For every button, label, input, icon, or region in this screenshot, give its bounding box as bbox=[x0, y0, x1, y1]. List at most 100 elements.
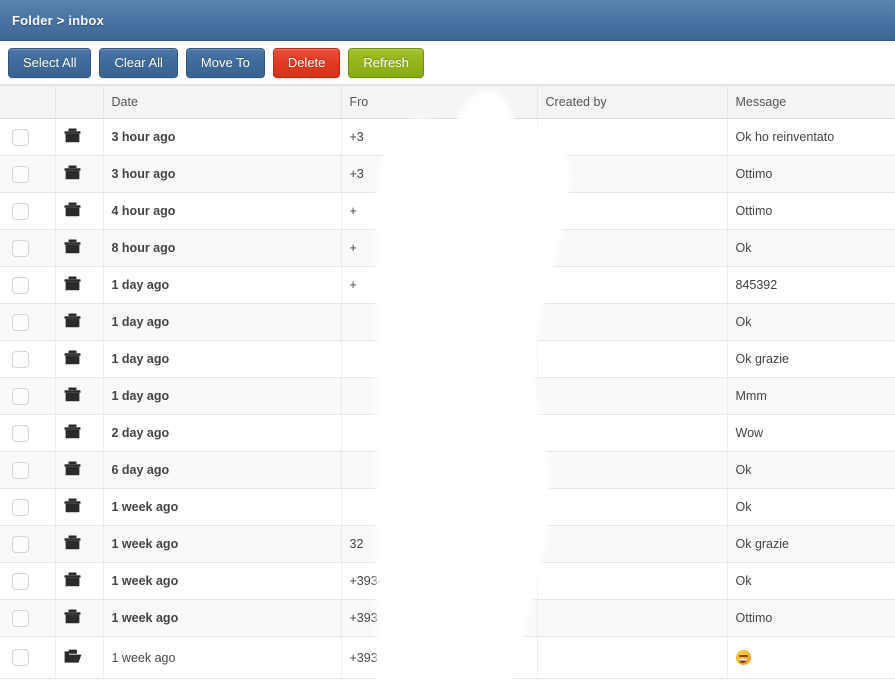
row-checkbox[interactable] bbox=[12, 276, 29, 294]
row-select-cell[interactable] bbox=[0, 525, 56, 563]
row-date: 6 day ago bbox=[103, 451, 342, 489]
row-checkbox[interactable] bbox=[12, 424, 29, 442]
row-select-cell[interactable] bbox=[0, 599, 56, 637]
folder-closed-icon bbox=[64, 202, 81, 217]
row-select-cell[interactable] bbox=[0, 636, 56, 679]
row-from: + bbox=[341, 192, 538, 230]
table-row[interactable]: 1 week ago +3934 Ok bbox=[0, 562, 895, 600]
table-row[interactable]: 6 day ago Ok bbox=[0, 451, 895, 489]
row-checkbox[interactable] bbox=[12, 535, 29, 553]
table-row[interactable]: 1 week ago +393 bbox=[0, 636, 895, 679]
row-select-cell[interactable] bbox=[0, 192, 56, 230]
column-header-date[interactable]: Date bbox=[103, 85, 342, 119]
folder-closed-icon bbox=[64, 498, 81, 513]
table-row[interactable]: 1 day ago Ok grazie bbox=[0, 340, 895, 378]
column-header-created[interactable]: Created by bbox=[537, 85, 728, 119]
row-date: 1 day ago bbox=[103, 266, 342, 304]
row-folder-cell[interactable] bbox=[55, 525, 104, 563]
table-row[interactable]: 1 week ago +393 Ottimo bbox=[0, 599, 895, 637]
row-from: +393 bbox=[341, 636, 538, 679]
column-header-icon[interactable] bbox=[55, 85, 104, 119]
row-checkbox[interactable] bbox=[12, 609, 29, 627]
folder-closed-icon bbox=[64, 350, 81, 365]
table-row[interactable]: 2 day ago Wow bbox=[0, 414, 895, 452]
row-checkbox[interactable] bbox=[12, 649, 29, 666]
table-row[interactable]: 8 hour ago + Ok bbox=[0, 229, 895, 267]
clear-all-button[interactable]: Clear All bbox=[99, 47, 178, 78]
row-folder-cell[interactable] bbox=[55, 599, 104, 637]
row-checkbox[interactable] bbox=[12, 313, 29, 331]
table-row[interactable]: 1 day ago Mmm bbox=[0, 377, 895, 415]
row-folder-cell[interactable] bbox=[55, 414, 104, 452]
row-select-cell[interactable] bbox=[0, 414, 56, 452]
row-select-cell[interactable] bbox=[0, 229, 56, 267]
folder-closed-icon bbox=[64, 128, 81, 143]
row-select-cell[interactable] bbox=[0, 266, 56, 304]
column-header-message[interactable]: Message bbox=[727, 85, 895, 119]
row-checkbox[interactable] bbox=[12, 498, 29, 516]
row-folder-cell[interactable] bbox=[55, 303, 104, 341]
row-created-by bbox=[537, 118, 728, 156]
row-select-cell[interactable] bbox=[0, 562, 56, 600]
column-header-select[interactable] bbox=[0, 85, 56, 119]
table-row[interactable]: 1 week ago Ok bbox=[0, 488, 895, 526]
row-checkbox[interactable] bbox=[12, 572, 29, 590]
table-row[interactable]: 4 hour ago + Ottimo bbox=[0, 192, 895, 230]
row-message: Ok bbox=[727, 451, 895, 489]
row-date: 1 week ago bbox=[103, 636, 342, 679]
move-to-button[interactable]: Move To bbox=[185, 47, 265, 78]
row-checkbox[interactable] bbox=[12, 239, 29, 257]
row-date: 3 hour ago bbox=[103, 118, 342, 156]
row-from bbox=[341, 488, 538, 526]
row-date: 4 hour ago bbox=[103, 192, 342, 230]
row-date: 1 day ago bbox=[103, 340, 342, 378]
column-header-from[interactable]: Fro bbox=[341, 85, 538, 119]
row-select-cell[interactable] bbox=[0, 118, 56, 156]
row-select-cell[interactable] bbox=[0, 377, 56, 415]
row-folder-cell[interactable] bbox=[55, 340, 104, 378]
table-row[interactable]: 3 hour ago +3 Ok ho reinventato bbox=[0, 118, 895, 156]
row-message: Ottimo bbox=[727, 155, 895, 193]
row-created-by bbox=[537, 525, 728, 563]
row-folder-cell[interactable] bbox=[55, 562, 104, 600]
row-folder-cell[interactable] bbox=[55, 192, 104, 230]
row-checkbox[interactable] bbox=[12, 387, 29, 405]
refresh-button[interactable]: Refresh bbox=[348, 47, 424, 78]
row-checkbox[interactable] bbox=[12, 461, 29, 479]
select-all-button[interactable]: Select All bbox=[8, 47, 92, 78]
row-created-by bbox=[537, 451, 728, 489]
row-select-cell[interactable] bbox=[0, 155, 56, 193]
folder-closed-icon bbox=[64, 424, 81, 439]
row-message-text: Ottimo bbox=[735, 167, 773, 181]
row-message-text: Ok bbox=[735, 463, 752, 477]
row-message: Ok bbox=[727, 562, 895, 600]
row-date: 2 day ago bbox=[103, 414, 342, 452]
table-row[interactable]: 1 day ago Ok bbox=[0, 303, 895, 341]
row-date: 3 hour ago bbox=[103, 155, 342, 193]
row-folder-cell[interactable] bbox=[55, 488, 104, 526]
folder-closed-icon bbox=[64, 276, 81, 291]
row-folder-cell[interactable] bbox=[55, 451, 104, 489]
row-folder-cell[interactable] bbox=[55, 266, 104, 304]
row-folder-cell[interactable] bbox=[55, 229, 104, 267]
row-select-cell[interactable] bbox=[0, 451, 56, 489]
delete-button[interactable]: Delete bbox=[272, 47, 341, 78]
row-select-cell[interactable] bbox=[0, 488, 56, 526]
row-checkbox[interactable] bbox=[12, 165, 29, 183]
row-checkbox[interactable] bbox=[12, 350, 29, 368]
table-header-row: Date Fro Created by Message bbox=[0, 85, 895, 119]
row-checkbox[interactable] bbox=[12, 128, 29, 146]
row-select-cell[interactable] bbox=[0, 303, 56, 341]
table-row[interactable]: 3 hour ago +3 Ottimo bbox=[0, 155, 895, 193]
row-message-text: Ok bbox=[735, 315, 752, 329]
row-folder-cell[interactable] bbox=[55, 155, 104, 193]
row-message-text: Mmm bbox=[735, 389, 767, 403]
row-folder-cell[interactable] bbox=[55, 636, 104, 679]
row-select-cell[interactable] bbox=[0, 340, 56, 378]
row-checkbox[interactable] bbox=[12, 202, 29, 220]
table-row[interactable]: 1 week ago 32 Ok grazie bbox=[0, 525, 895, 563]
table-row[interactable]: 1 day ago +845392 bbox=[0, 266, 895, 304]
row-message-text: Ottimo bbox=[735, 204, 773, 218]
row-folder-cell[interactable] bbox=[55, 377, 104, 415]
row-folder-cell[interactable] bbox=[55, 118, 104, 156]
